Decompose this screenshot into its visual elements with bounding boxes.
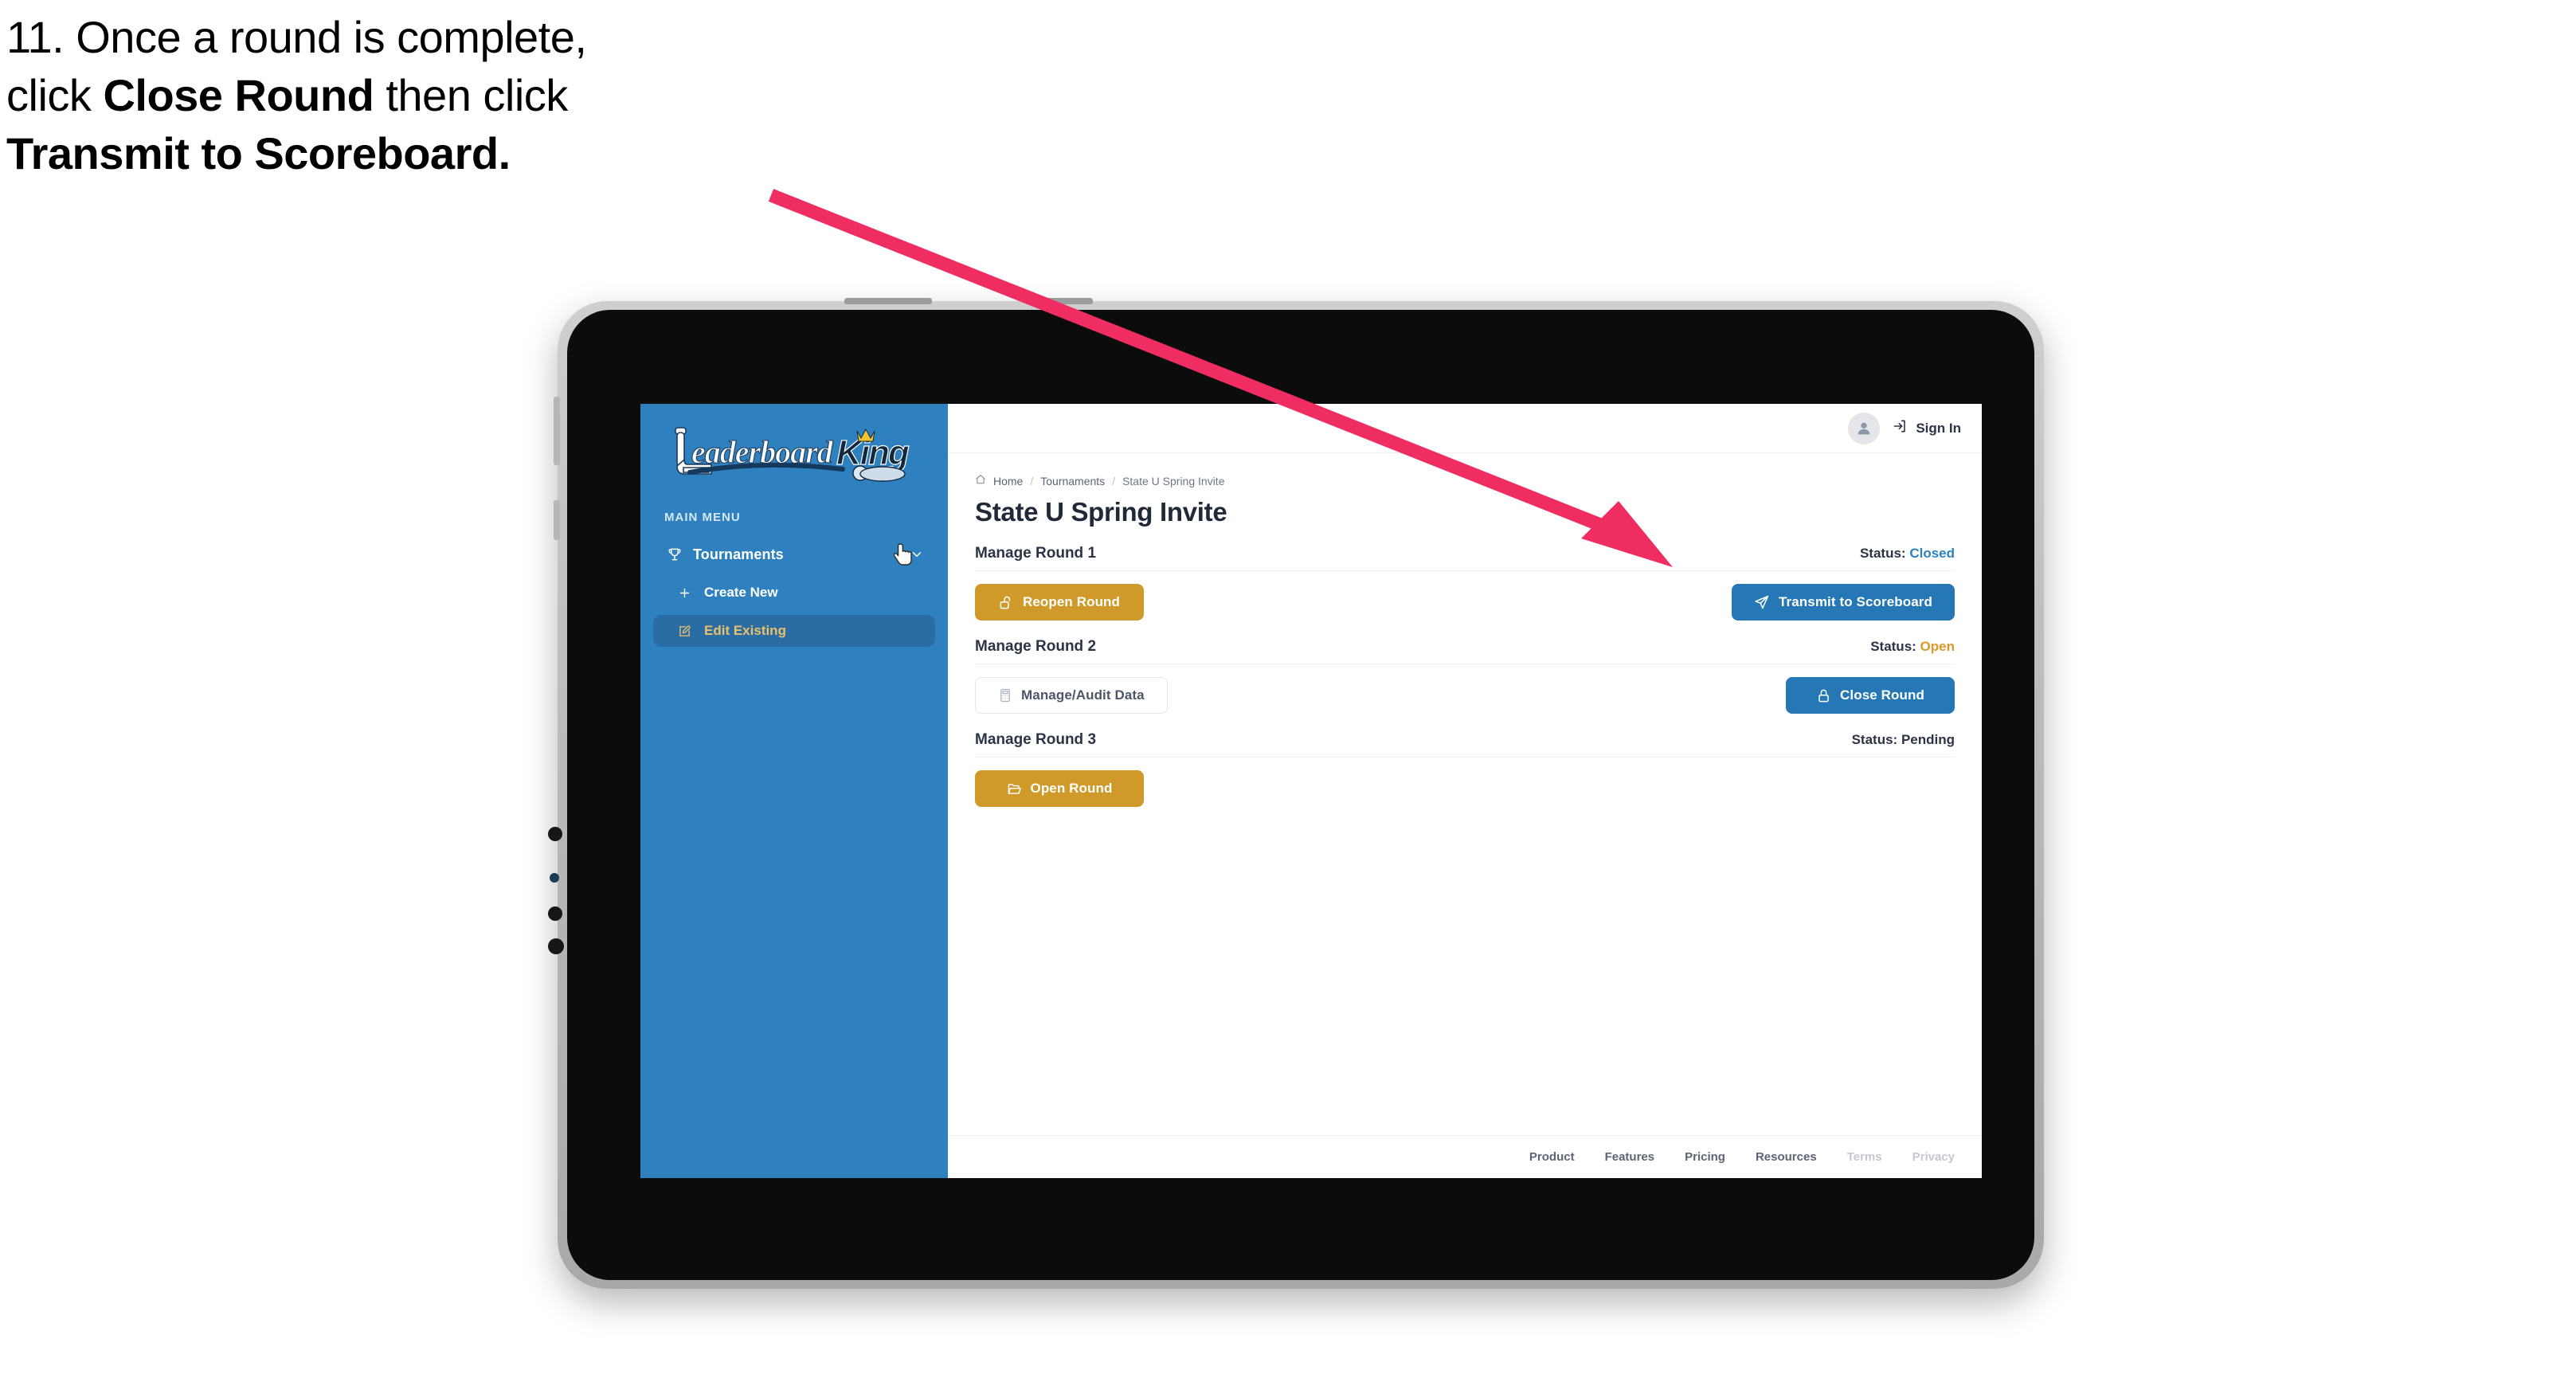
sidebar: eaderboard King MAIN MENU Tournaments Cr… (640, 404, 948, 1178)
tablet-device-frame: eaderboard King MAIN MENU Tournaments Cr… (548, 298, 2044, 1289)
round-1-name: Manage Round 1 (975, 545, 1097, 562)
sidebar-item-create-new-label: Create New (704, 585, 778, 600)
breadcrumb-separator: / (1030, 474, 1034, 487)
round-1-header: Manage Round 1 Status: Closed (975, 545, 1955, 571)
round-section-1: Manage Round 1 Status: Closed Reopen Rou… (975, 545, 1955, 621)
tablet-port-c (548, 906, 562, 921)
app-topbar: Sign In (948, 404, 1982, 453)
pencil-square-icon (674, 623, 695, 639)
round-2-header: Manage Round 2 Status: Open (975, 638, 1955, 664)
tablet-port-b (550, 873, 559, 883)
sidebar-item-create-new[interactable]: Create New (653, 577, 935, 609)
sidebar-item-tournaments[interactable]: Tournaments (653, 538, 935, 570)
main-content: Home / Tournaments / State U Spring Invi… (948, 453, 1982, 1135)
unlock-icon (999, 595, 1014, 610)
app-footer: Product Features Pricing Resources Terms… (948, 1135, 1982, 1178)
tablet-port-d (548, 938, 564, 954)
round-section-2: Manage Round 2 Status: Open Manage/Audit… (975, 638, 1955, 714)
round-3-header: Manage Round 3 Status: Pending (975, 731, 1955, 758)
round-3-name: Manage Round 3 (975, 731, 1097, 748)
footer-link-features[interactable]: Features (1605, 1150, 1655, 1164)
open-round-button[interactable]: Open Round (975, 770, 1144, 807)
instruction-caption: 11. Once a round is complete, click Clos… (6, 14, 851, 189)
app-screen: eaderboard King MAIN MENU Tournaments Cr… (640, 404, 1982, 1178)
transmit-to-scoreboard-label: Transmit to Scoreboard (1778, 594, 1932, 609)
sidebar-logo[interactable]: eaderboard King (640, 404, 948, 484)
caption-line-3: Transmit to Scoreboard. (6, 131, 851, 176)
sidebar-section-label: MAIN MENU (664, 511, 741, 524)
caption-line-2-bold: Close Round (103, 70, 374, 121)
pointing-hand-cursor-icon (893, 542, 914, 572)
calculator-icon (998, 688, 1012, 703)
sidebar-item-edit-existing[interactable]: Edit Existing (653, 615, 935, 647)
tablet-bezel: eaderboard King MAIN MENU Tournaments Cr… (567, 310, 2034, 1280)
round-1-actions: Reopen Round Transmit to Scoreboard (975, 584, 1955, 621)
transmit-to-scoreboard-button[interactable]: Transmit to Scoreboard (1731, 584, 1955, 621)
caption-line-2-pre: click (6, 70, 104, 121)
sidebar-item-edit-existing-label: Edit Existing (704, 623, 786, 638)
close-round-label: Close Round (1840, 687, 1924, 703)
round-2-status-label: Status: (1870, 639, 1916, 654)
round-1-status: Status: Closed (1860, 546, 1955, 562)
tablet-top-button-2 (1043, 298, 1093, 304)
sidebar-item-tournaments-label: Tournaments (693, 546, 784, 562)
round-2-status-value: Open (1920, 639, 1955, 654)
caption-line-3-bold: Transmit to Scoreboard. (6, 128, 511, 179)
manage-audit-data-label: Manage/Audit Data (1021, 687, 1145, 703)
reopen-round-label: Reopen Round (1022, 594, 1121, 609)
tablet-top-button-1 (844, 298, 932, 304)
caption-line-1: 11. Once a round is complete, (6, 12, 587, 62)
tablet-left-button-1 (554, 397, 560, 465)
round-section-3: Manage Round 3 Status: Pending Open Roun… (975, 731, 1955, 807)
breadcrumb-item-home[interactable]: Home (993, 475, 1023, 487)
round-3-actions: Open Round (975, 770, 1955, 807)
round-3-status: Status: Pending (1852, 732, 1955, 748)
tablet-port-a (548, 827, 562, 841)
footer-link-terms[interactable]: Terms (1847, 1150, 1882, 1164)
screenshot-root: 11. Once a round is complete, click Clos… (0, 0, 2576, 1386)
round-3-status-label: Status: (1851, 732, 1898, 747)
tablet-left-button-2 (554, 500, 560, 540)
trophy-icon (664, 546, 685, 563)
main-panel: Sign In Home / Tournaments / State U Spr… (948, 404, 1982, 1178)
open-round-label: Open Round (1030, 781, 1113, 796)
login-arrow-icon (1893, 418, 1909, 438)
leaderboard-king-logo-icon: eaderboard King (663, 423, 910, 484)
footer-link-resources[interactable]: Resources (1756, 1150, 1817, 1164)
round-2-actions: Manage/Audit Data Close Round (975, 677, 1955, 714)
reopen-round-button[interactable]: Reopen Round (975, 584, 1144, 621)
footer-link-privacy[interactable]: Privacy (1912, 1150, 1955, 1164)
round-1-status-label: Status: (1859, 546, 1906, 561)
close-round-button[interactable]: Close Round (1786, 677, 1955, 714)
breadcrumb: Home / Tournaments / State U Spring Invi… (975, 474, 1955, 487)
plus-icon (674, 585, 695, 601)
page-title: State U Spring Invite (975, 497, 1227, 527)
avatar[interactable] (1848, 412, 1881, 444)
round-2-status: Status: Open (1870, 639, 1955, 655)
sign-in-button[interactable]: Sign In (1893, 418, 1961, 438)
sign-in-label: Sign In (1916, 420, 1961, 436)
round-1-status-value: Closed (1909, 546, 1955, 561)
manage-audit-data-button[interactable]: Manage/Audit Data (975, 677, 1168, 714)
footer-link-pricing[interactable]: Pricing (1685, 1150, 1725, 1164)
round-2-name: Manage Round 2 (975, 638, 1097, 655)
lock-icon (1816, 688, 1831, 703)
breadcrumb-separator: / (1112, 474, 1116, 487)
folder-open-icon (1007, 781, 1022, 797)
home-icon[interactable] (975, 474, 986, 487)
round-3-status-value: Pending (1901, 732, 1955, 747)
caption-line-2: click Close Round then click (6, 72, 851, 118)
breadcrumb-item-tournaments[interactable]: Tournaments (1040, 475, 1105, 487)
caption-line-2-post: then click (374, 70, 568, 121)
footer-link-product[interactable]: Product (1529, 1150, 1575, 1164)
paper-plane-icon (1754, 594, 1770, 610)
breadcrumb-item-current: State U Spring Invite (1122, 474, 1225, 487)
